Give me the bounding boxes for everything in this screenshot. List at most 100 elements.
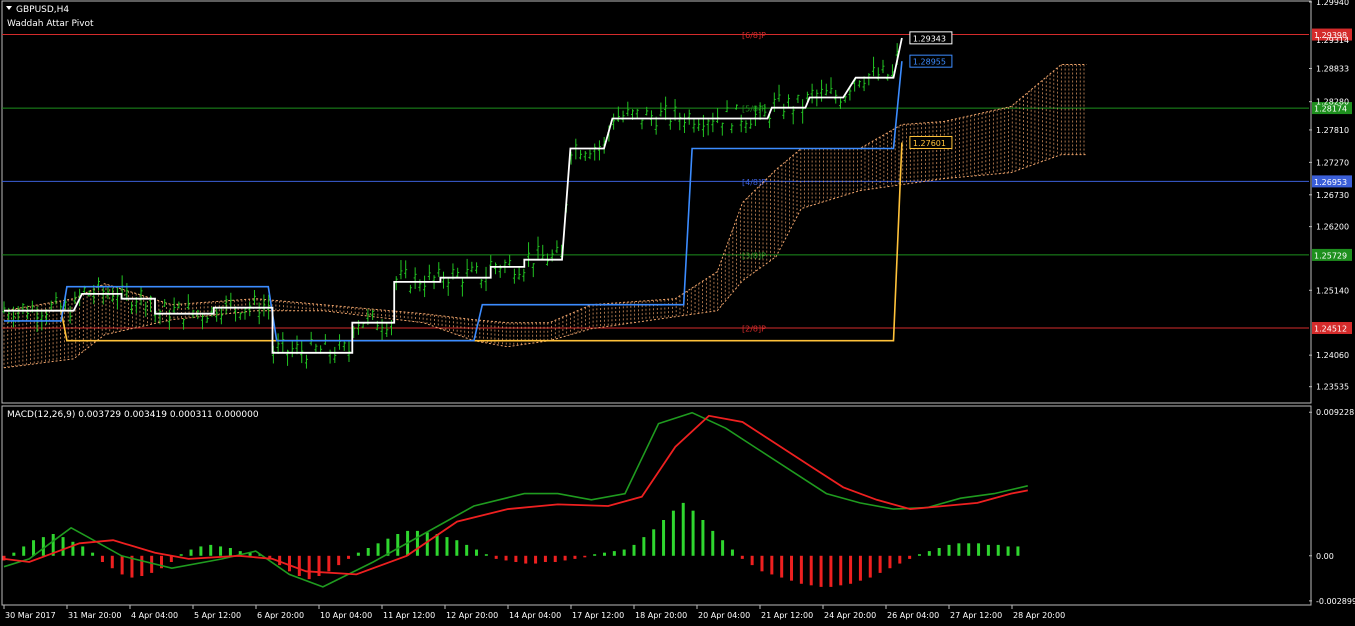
macd-y-tick-label: 0.00 xyxy=(1316,552,1334,561)
macd-bar xyxy=(701,520,705,556)
macd-bar xyxy=(32,540,36,556)
macd-bar xyxy=(849,555,853,584)
macd-bar xyxy=(81,546,85,556)
x-tick-label: 30 Mar 2017 xyxy=(5,611,56,620)
macd-bar xyxy=(691,510,695,556)
macd-bar xyxy=(425,532,429,556)
macd-bar xyxy=(327,555,331,572)
macd-bar xyxy=(602,552,606,556)
macd-bar xyxy=(445,537,449,556)
macd-bar xyxy=(996,544,1000,556)
level-name: [5/8]P xyxy=(742,105,766,114)
macd-bar xyxy=(415,530,419,556)
macd-bar xyxy=(740,555,744,559)
x-tick-label: 10 Apr 04:00 xyxy=(320,611,372,620)
macd-bar xyxy=(632,544,636,556)
price-tag-label: 1.29343 xyxy=(913,34,946,43)
macd-bar xyxy=(652,529,656,556)
x-tick-label: 27 Apr 12:00 xyxy=(950,611,1002,620)
x-tick-label: 5 Apr 12:00 xyxy=(194,611,241,620)
macd-bar xyxy=(721,540,725,556)
macd-bar xyxy=(760,555,764,572)
macd-y-tick-label: -0.002899 xyxy=(1316,597,1355,606)
macd-bar xyxy=(770,555,774,575)
x-tick-label: 6 Apr 20:00 xyxy=(257,611,304,620)
level-price-label: 1.24512 xyxy=(1314,325,1347,334)
macd-bar xyxy=(199,546,203,556)
macd-bar xyxy=(356,552,360,556)
macd-bar xyxy=(711,530,715,556)
macd-bar xyxy=(662,520,666,556)
macd-bar xyxy=(100,555,104,562)
macd-bar xyxy=(455,540,459,556)
macd-bar xyxy=(986,544,990,556)
price-tag-label: 1.28955 xyxy=(913,58,946,67)
macd-bar xyxy=(22,546,26,556)
x-tick-label: 11 Apr 12:00 xyxy=(383,611,435,620)
y-tick-label: 1.25140 xyxy=(1316,286,1349,295)
x-tick-label: 31 Mar 20:00 xyxy=(68,611,121,620)
y-tick-label: 1.29940 xyxy=(1316,0,1349,7)
macd-bar xyxy=(1016,546,1020,556)
macd-bar xyxy=(671,510,675,556)
macd-bar xyxy=(514,555,518,562)
macd-bar xyxy=(819,555,823,587)
macd-bar xyxy=(888,555,892,569)
x-tick-label: 12 Apr 20:00 xyxy=(446,611,498,620)
y-tick-label: 1.27270 xyxy=(1316,158,1349,167)
macd-bar xyxy=(583,555,587,558)
macd-bar xyxy=(91,552,95,556)
macd-bar xyxy=(287,555,291,572)
macd-bar xyxy=(927,551,931,556)
macd-bar xyxy=(120,555,124,575)
symbol-label: GBPUSD,H4 xyxy=(16,5,69,15)
macd-bar xyxy=(799,555,803,584)
macd-bar xyxy=(435,534,439,556)
y-tick-label: 1.26730 xyxy=(1316,191,1349,200)
y-tick-label: 1.27810 xyxy=(1316,126,1349,135)
level-price-label: 1.26953 xyxy=(1314,178,1347,187)
macd-bar xyxy=(612,551,616,556)
macd-bar xyxy=(504,555,508,561)
macd-bar xyxy=(297,555,301,576)
macd-bar xyxy=(140,555,144,576)
level-name: [6/8]P xyxy=(742,31,766,40)
y-tick-label: 1.28833 xyxy=(1316,64,1349,73)
macd-bar xyxy=(150,555,154,573)
x-tick-label: 21 Apr 12:00 xyxy=(761,611,813,620)
macd-bar xyxy=(957,543,961,556)
macd-bar xyxy=(189,549,193,556)
current-price-label: 1.29314 xyxy=(1316,36,1349,45)
macd-bar xyxy=(573,555,577,559)
macd-bar xyxy=(947,544,951,556)
y-tick-label: 1.23535 xyxy=(1316,383,1349,392)
macd-bar xyxy=(71,541,75,556)
macd-bar xyxy=(553,555,557,562)
macd-bar xyxy=(337,555,341,566)
macd-bar xyxy=(593,554,597,556)
macd-bar xyxy=(543,555,547,562)
macd-y-tick-label: 0.009228 xyxy=(1316,408,1354,417)
macd-bar xyxy=(524,555,528,564)
macd-bar xyxy=(465,544,469,556)
macd-bar xyxy=(937,548,941,556)
macd-bar xyxy=(110,555,114,569)
macd-bar xyxy=(563,555,567,561)
macd-bar xyxy=(376,543,380,556)
macd-bar xyxy=(809,555,813,586)
level-name: [2/8]P xyxy=(742,325,766,334)
x-tick-label: 14 Apr 04:00 xyxy=(509,611,561,620)
macd-bar xyxy=(475,549,479,556)
x-tick-label: 24 Apr 20:00 xyxy=(824,611,876,620)
macd-bar xyxy=(179,554,183,556)
x-tick-label: 20 Apr 04:00 xyxy=(698,611,750,620)
macd-bar xyxy=(347,555,351,559)
macd-bar xyxy=(829,555,833,587)
macd-bar xyxy=(219,546,223,556)
macd-bar xyxy=(878,555,882,573)
y-tick-label: 1.28280 xyxy=(1316,98,1349,107)
macd-bar xyxy=(730,549,734,556)
level-name: [3/8]P xyxy=(742,251,766,260)
macd-bar xyxy=(12,552,16,556)
level-price-label: 1.25729 xyxy=(1314,251,1347,260)
